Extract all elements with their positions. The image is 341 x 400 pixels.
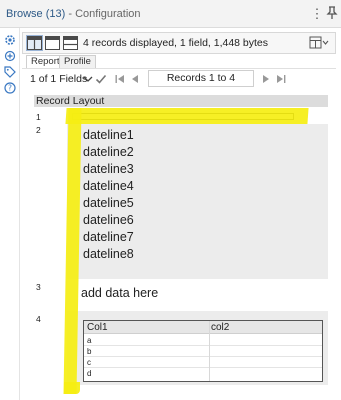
connections-icon[interactable] — [4, 50, 16, 62]
row-number: 4 — [36, 314, 41, 324]
table-cell: a — [87, 336, 92, 345]
dateline-text: dateline3 — [83, 162, 134, 176]
table-row: c — [84, 357, 322, 368]
gear-icon[interactable] — [4, 34, 16, 46]
dateline-text: dateline6 — [83, 213, 134, 227]
tool-name: Browse (13) — [6, 8, 66, 20]
layout-split-horizontal-icon[interactable] — [63, 36, 78, 50]
navigation-bar: 1 of 1 Fields Records 1 to 4 — [22, 68, 336, 88]
first-record-icon[interactable] — [114, 72, 126, 86]
table-cell: c — [87, 358, 91, 367]
check-icon[interactable] — [95, 72, 107, 86]
side-rail: ? — [0, 28, 20, 400]
row-number: 3 — [36, 282, 41, 292]
title-bar: Browse (13) - Configuration ⋮ — [0, 0, 341, 28]
dateline-text: dateline5 — [83, 196, 134, 210]
help-icon[interactable]: ? — [4, 82, 16, 94]
table-row: a — [84, 335, 322, 346]
dateline-text: dateline8 — [83, 247, 134, 261]
window-title: Browse (13) - Configuration — [6, 8, 141, 20]
pin-icon[interactable] — [325, 6, 339, 22]
records-info: 4 records displayed, 1 field, 1,448 byte… — [83, 37, 269, 49]
table-cell: d — [87, 369, 92, 378]
tab-profile[interactable]: Profile — [59, 55, 96, 68]
previous-record-icon[interactable] — [129, 72, 141, 86]
tag-icon[interactable] — [4, 66, 16, 78]
embedded-table-header: Col1 col2 — [84, 321, 322, 334]
results-toolbar: 4 records displayed, 1 field, 1,448 byte… — [22, 32, 336, 54]
layout-split-vertical-icon[interactable] — [27, 36, 42, 50]
grid-header: Record Layout — [34, 95, 328, 107]
panel-name: Configuration — [75, 8, 141, 20]
more-vertical-icon[interactable]: ⋮ — [310, 6, 324, 22]
table-row: d — [84, 368, 322, 379]
highlight-stroke-end — [64, 382, 80, 394]
row-number: 2 — [36, 125, 41, 135]
row3-text: add data here — [81, 286, 159, 300]
fields-selector[interactable]: 1 of 1 Fields — [30, 73, 87, 85]
table-cell: b — [87, 347, 92, 356]
next-record-icon[interactable] — [260, 72, 272, 86]
column-divider — [209, 321, 210, 381]
svg-text:?: ? — [8, 84, 12, 93]
row-number: 1 — [36, 112, 41, 122]
dateline-text: dateline4 — [83, 179, 134, 193]
dateline-text: dateline1 — [83, 128, 134, 142]
export-dropdown-icon[interactable] — [309, 36, 329, 50]
dateline-text: dateline2 — [83, 145, 134, 159]
column-header: col2 — [211, 322, 230, 333]
embedded-table: Col1 col2 a b c d — [83, 320, 323, 382]
table-row: b — [84, 346, 322, 357]
title-separator: - — [65, 8, 76, 20]
dropdown-chevron-icon[interactable] — [82, 72, 94, 86]
last-record-icon[interactable] — [275, 72, 287, 86]
highlight-stroke-horizontal — [65, 108, 309, 124]
records-range-button[interactable]: Records 1 to 4 — [148, 70, 254, 87]
dateline-text: dateline7 — [83, 230, 134, 244]
layout-single-icon[interactable] — [45, 36, 60, 50]
column-header: Col1 — [87, 322, 108, 333]
